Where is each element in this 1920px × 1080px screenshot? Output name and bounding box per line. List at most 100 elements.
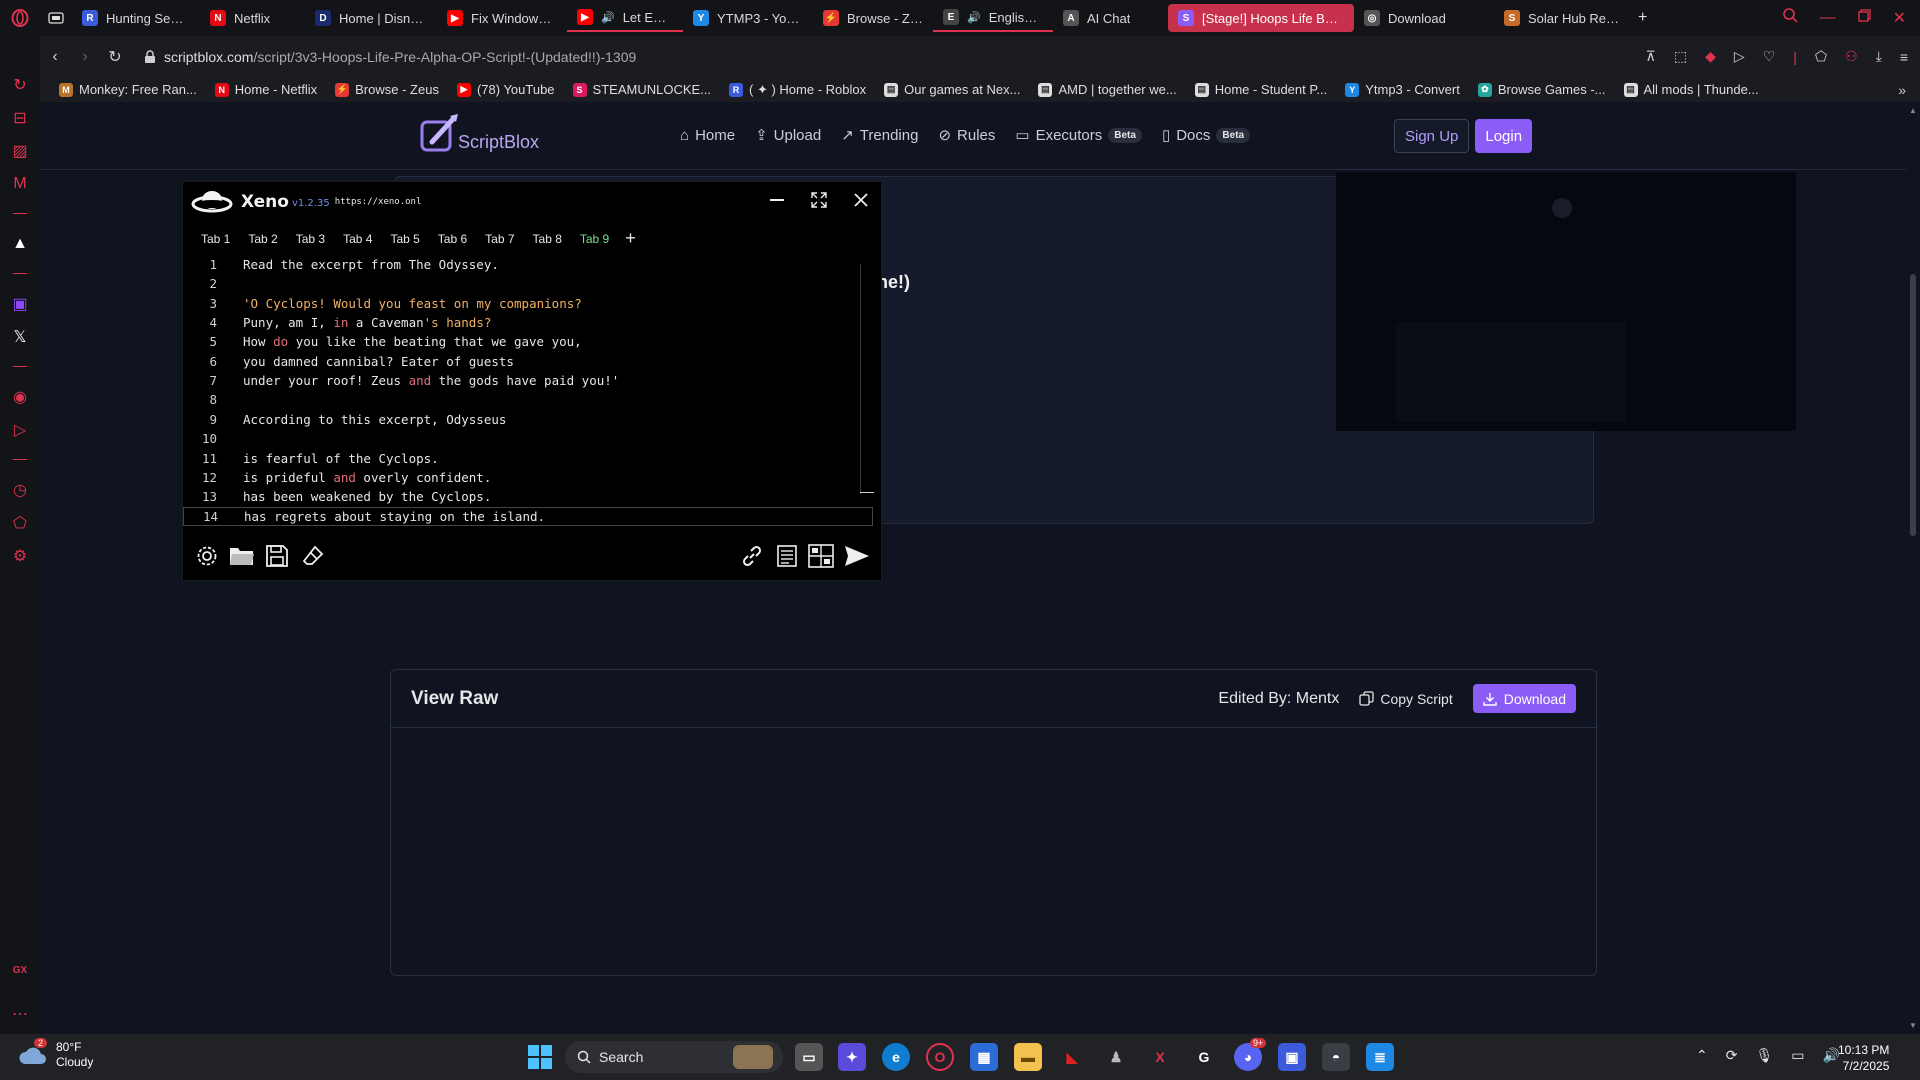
browser-tab[interactable]: ⚡ Browse - Zeus — [813, 4, 933, 32]
bookmark-item[interactable]: ✿ Browse Games -... — [1469, 82, 1615, 97]
settings-gear-icon[interactable]: ⚙ — [0, 539, 40, 572]
browser-tab[interactable]: S [Stage!] Hoops Life Basketball — [1168, 4, 1354, 32]
extensions-icon[interactable]: ⬠ — [0, 506, 40, 539]
downloads-icon[interactable]: ⤓ — [1876, 48, 1882, 65]
xeno-tab[interactable]: Tab 6 — [438, 232, 467, 246]
scrollbar-thumb[interactable] — [1910, 274, 1916, 536]
copilot-icon[interactable]: ✦ — [838, 1043, 866, 1071]
bookmark-item[interactable]: R ( ✦ ) Home - Roblox — [720, 82, 875, 98]
opera-gx-logo-icon[interactable] — [0, 0, 40, 36]
script-list-icon[interactable] — [773, 542, 801, 570]
nav-link-rules[interactable]: ⊘ Rules — [938, 126, 995, 145]
taskbar-search-box[interactable]: Search — [565, 1041, 783, 1073]
minimize-window-button[interactable]: — — [1820, 9, 1836, 27]
login-button[interactable]: Login — [1475, 119, 1533, 153]
sync-icon[interactable]: ⟳ — [1726, 1047, 1738, 1064]
opera-gx-taskbar-icon[interactable]: O — [926, 1043, 954, 1071]
pin-icon[interactable]: ⊼ — [1646, 48, 1656, 65]
twitch-icon[interactable]: ▣ — [0, 287, 40, 320]
client-manager-icon[interactable] — [807, 542, 835, 570]
redragon-icon[interactable]: ◣ — [1058, 1043, 1086, 1071]
nav-link-docs[interactable]: ▯ Docs Beta — [1162, 126, 1251, 144]
snapshot-icon[interactable]: ⬚ — [1674, 48, 1687, 65]
bookmark-item[interactable]: N Home - Netflix — [206, 82, 326, 97]
browser-tab[interactable]: R Hunting Season — [72, 4, 200, 32]
xeno-tab[interactable]: Tab 2 — [248, 232, 277, 246]
refresh-history-icon[interactable]: ↻ — [0, 68, 40, 101]
xeno-executor-window[interactable]: Xeno v1.2.35 https://xeno.onl Tab 1 Tab 2… — [182, 181, 882, 581]
player-play-icon[interactable]: ▷ — [0, 413, 40, 446]
bookmark-item[interactable]: S STEAMUNLOCKE... — [564, 82, 720, 97]
editor-line[interactable]: 8 — [183, 390, 873, 409]
xeno-title-bar[interactable]: Xeno v1.2.35 https://xeno.onl — [183, 182, 883, 222]
windows-start-button[interactable] — [528, 1045, 552, 1074]
audio-playing-icon[interactable]: 🔊 — [601, 11, 615, 24]
bookmark-item[interactable]: ▶ (78) YouTube — [448, 82, 564, 97]
editor-line[interactable]: 9 According to this excerpt, Odysseus — [183, 410, 873, 429]
gx-corner-icon[interactable]: GX — [0, 954, 40, 987]
clear-eraser-icon[interactable] — [299, 542, 327, 570]
xeno-tab[interactable]: Tab 5 — [390, 232, 419, 246]
edge-icon[interactable]: e — [882, 1043, 910, 1071]
xeno-tab[interactable]: Tab 8 — [533, 232, 562, 246]
browser-tab[interactable]: Y YTMP3 - YouTube — [683, 4, 813, 32]
editor-line[interactable]: 13 has been weakened by the Cyclops. — [183, 487, 873, 506]
xeno-tab[interactable]: Tab 1 — [201, 232, 230, 246]
network-icon[interactable]: ▭ — [1791, 1047, 1804, 1064]
script-video-embed[interactable] — [1336, 172, 1796, 431]
x-twitter-icon[interactable]: 𝕏 — [0, 320, 40, 353]
xeno-add-tab-button[interactable]: + — [625, 228, 636, 249]
reload-button[interactable]: ↻ — [100, 47, 130, 67]
roblox-taskbar-icon[interactable]: ▣ — [1278, 1043, 1306, 1071]
history-clock-icon[interactable]: ◷ — [0, 473, 40, 506]
xeno-tab[interactable]: Tab 7 — [485, 232, 514, 246]
tray-overflow-icon[interactable]: ⌃ — [1696, 1047, 1708, 1064]
nav-link-home[interactable]: ⌂ Home — [680, 126, 735, 144]
editor-line[interactable]: 4 Puny, am I, in a Caveman's hands? — [183, 313, 873, 332]
forward-button[interactable]: › — [70, 48, 100, 66]
xeno-close-button[interactable] — [851, 190, 871, 210]
sign-up-button[interactable]: Sign Up — [1394, 119, 1470, 153]
browser-tab[interactable]: ▶ 🔊 Let Em' Know — [567, 4, 683, 32]
microphone-icon[interactable]: 🎙 — [1755, 1047, 1773, 1064]
browser-tab[interactable]: E 🔊 English 1 Se — [933, 4, 1053, 32]
extensions-puzzle-icon[interactable]: ⬠ — [1815, 48, 1827, 65]
browser-tab[interactable]: D Home | Disney+ — [305, 4, 437, 32]
restore-window-button[interactable] — [1857, 9, 1871, 27]
editor-line[interactable]: 12 is prideful and overly confident. — [183, 468, 873, 487]
file-explorer-icon[interactable]: ▬ — [1014, 1043, 1042, 1071]
execute-send-icon[interactable] — [843, 542, 871, 570]
view-raw-link[interactable]: View Raw — [411, 688, 498, 710]
scriptblox-logo[interactable]: ScriptBlox — [420, 112, 539, 156]
editor-line[interactable]: 2 — [183, 274, 873, 293]
browser-tab[interactable]: ▶ Fix Windows 11 — [437, 4, 567, 32]
bookmark-heart-icon[interactable]: ♡ — [1763, 48, 1776, 65]
browser-tab[interactable]: S Solar Hub Redirect — [1494, 4, 1634, 32]
more-options-icon[interactable]: ⋯ — [0, 997, 40, 1030]
gx-cleaner-icon[interactable]: ▨ — [0, 134, 40, 167]
bookmark-item[interactable]: ▤ AMD | together we... — [1029, 82, 1185, 97]
editor-line[interactable]: 7 under your roof! Zeus and the gods have… — [183, 371, 873, 390]
weather-widget[interactable]: 2 80°F Cloudy — [18, 1038, 93, 1070]
music-player-icon[interactable]: ◉ — [0, 380, 40, 413]
xeno-minimize-button[interactable] — [767, 190, 787, 210]
browser-tab[interactable]: N Netflix — [200, 4, 305, 32]
attach-link-icon[interactable] — [738, 542, 766, 570]
notepad-icon[interactable]: ≣ — [1366, 1043, 1394, 1071]
browser-tab[interactable]: ◎ Download — [1354, 4, 1494, 32]
bookmarks-overflow-icon[interactable]: » — [1898, 82, 1920, 98]
xeno-code-editor[interactable]: 1 Read the excerpt from The Odyssey. 2 3 'O … — [183, 255, 873, 526]
xeno-tab[interactable]: Tab 4 — [343, 232, 372, 246]
editor-line[interactable]: 6 you damned cannibal? Eater of guests — [183, 352, 873, 371]
editor-line[interactable]: 5 How do you like the beating that we gav… — [183, 332, 873, 351]
xeno-maximize-button[interactable] — [809, 190, 829, 210]
bookmark-item[interactable]: ▤ All mods | Thunde... — [1615, 82, 1768, 97]
bookmark-item[interactable]: Y Ytmp3 - Convert — [1336, 82, 1469, 97]
editor-line[interactable]: 1 Read the excerpt from The Odyssey. — [183, 255, 873, 274]
gx-control-icon[interactable]: ⊟ — [0, 101, 40, 134]
task-view-icon[interactable]: ▭ — [795, 1043, 823, 1071]
editor-line[interactable]: 14 has regrets about staying on the islan… — [183, 506, 873, 526]
page-scrollbar[interactable]: ▲ ▼ — [1906, 102, 1920, 1034]
search-tabs-icon[interactable] — [1782, 8, 1798, 28]
nav-link-executors[interactable]: ▭ Executors Beta — [1015, 126, 1142, 144]
